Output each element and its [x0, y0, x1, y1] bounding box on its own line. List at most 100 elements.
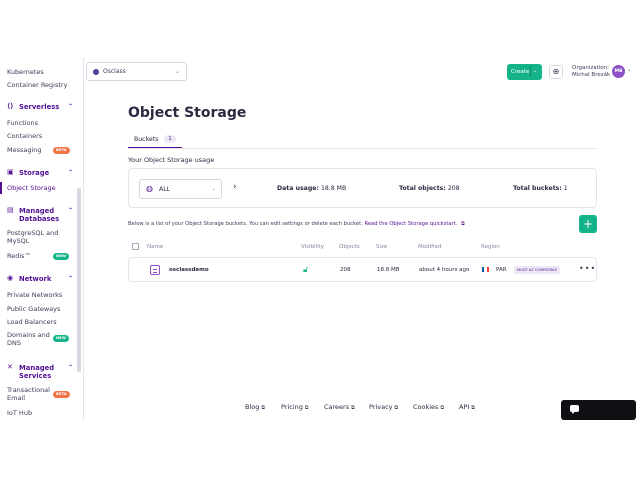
region-selector[interactable]: ◍ ALL ⌄ [139, 179, 222, 199]
sidebar-section-storage[interactable]: ▣ Storage ⌃ [7, 168, 73, 178]
tab-divider [128, 148, 597, 149]
add-bucket-button[interactable]: + [579, 215, 597, 233]
storage-icon: ▣ [7, 168, 14, 176]
avatar[interactable]: MB [612, 65, 625, 78]
footer-link-label: Careers [324, 403, 350, 411]
sidebar-item-postgresql[interactable]: PostgreSQL and MySQL [7, 229, 62, 245]
footer-link-careers[interactable]: Careers ⧉ [324, 403, 355, 411]
sidebar-section-network[interactable]: ◉ Network ⌃ [7, 274, 73, 284]
sidebar-item-functions[interactable]: Functions [7, 119, 38, 127]
unlock-icon: 🔓︎ [303, 265, 309, 274]
external-link-icon: ⧉ [461, 221, 465, 227]
services-icon: ✕ [7, 363, 13, 371]
bucket-icon [150, 265, 160, 275]
chevron-down-icon: ⌄ [211, 186, 216, 192]
chevron-up-icon: ⌃ [67, 207, 73, 214]
footer-link-pricing[interactable]: Pricing ⧉ [281, 403, 309, 411]
top-bar: Osclass ⌄ Create ⌄ ⊕ Organization: Micha… [84, 58, 640, 86]
sidebar-item-kubernetes[interactable]: Kubernetes [7, 68, 44, 76]
region-value: ALL [158, 185, 171, 193]
tab-count-badge: 1 [164, 135, 176, 143]
stat-label: Total objects: [399, 185, 446, 192]
data-usage-stat: Data usage: 18.8 MB [277, 185, 346, 192]
chevron-right-icon[interactable]: › [233, 182, 237, 192]
sidebar-item-load-balancers[interactable]: Load Balancers [7, 318, 57, 326]
external-link-icon: ⧉ [440, 405, 445, 411]
bucket-objects: 208 [340, 267, 351, 273]
sidebar-section-managed-databases[interactable]: ▤ Managed Databases ⌃ [7, 206, 73, 224]
sidebar-item-transactional-email[interactable]: Transactional Email [7, 386, 52, 402]
create-button[interactable]: Create ⌄ [507, 64, 542, 80]
section-label: Network [19, 275, 52, 283]
sidebar-item-public-gateways[interactable]: Public Gateways [7, 305, 60, 313]
sidebar-item-private-networks[interactable]: Private Networks [7, 291, 62, 299]
chevron-up-icon: ⌃ [67, 103, 73, 110]
external-link-icon: ⧉ [394, 405, 399, 411]
footer-link-api[interactable]: API ⧉ [459, 403, 475, 411]
stat-label: Total buckets: [513, 185, 562, 192]
network-icon: ◉ [7, 274, 14, 282]
sidebar-section-serverless[interactable]: ⟨⟩ Serverless ⌃ [7, 102, 73, 112]
column-header-name[interactable]: Name [147, 244, 163, 250]
footer-link-privacy[interactable]: Privacy ⧉ [369, 403, 398, 411]
section-label: Storage [19, 169, 50, 177]
multi-az-badge: MULTI AZ COMPATIBLE [514, 266, 561, 274]
footer: Blog ⧉ Pricing ⧉ Careers ⧉ Privacy ⧉ Cookies… [0, 403, 640, 415]
project-selector[interactable]: Osclass ⌄ [86, 62, 187, 81]
active-indicator [0, 182, 2, 194]
total-buckets-stat: Total buckets: 1 [513, 185, 568, 192]
more-options-button[interactable]: ••• [579, 264, 596, 273]
tab-buckets[interactable]: Buckets 1 [128, 131, 182, 149]
column-header-region[interactable]: Region [481, 244, 500, 250]
tab-label: Buckets [134, 135, 159, 143]
footer-link-label: Pricing [281, 403, 303, 411]
usage-card: ◍ ALL ⌄ › Data usage: 18.8 MB Total obje… [128, 168, 597, 208]
total-objects-stat: Total objects: 208 [399, 185, 460, 192]
beta-badge: BETA [53, 147, 70, 154]
stat-value: 18.8 MB [320, 185, 347, 192]
sidebar: Kubernetes Container Registry ⟨⟩ Serverl… [0, 58, 84, 420]
external-link-icon: ⧉ [471, 405, 475, 411]
stat-value: 1 [563, 185, 568, 192]
stat-value: 208 [447, 185, 460, 192]
chat-icon [570, 405, 579, 414]
database-icon: ▤ [7, 206, 14, 214]
column-header-objects[interactable]: Objects [339, 244, 360, 250]
column-header-visibility[interactable]: Visibility [301, 244, 324, 250]
column-header-size[interactable]: Size [376, 244, 387, 250]
section-label: Managed Services [19, 364, 55, 380]
footer-link-cookies[interactable]: Cookies ⧉ [413, 403, 444, 411]
footer-link-label: API [459, 403, 470, 411]
bucket-modified: about 4 hours ago [419, 267, 470, 273]
footer-link-blog[interactable]: Blog ⧉ [245, 403, 265, 411]
sidebar-item-object-storage[interactable]: Object Storage [7, 184, 56, 192]
user-name[interactable]: Michal Brezák [572, 72, 610, 78]
support-icon[interactable]: ⊕ [549, 65, 563, 79]
chevron-down-icon: ⌄ [530, 66, 539, 77]
quickstart-link[interactable]: Read the Object Storage quickstart. [364, 221, 457, 227]
sidebar-item-redis[interactable]: Redis™ [7, 252, 31, 260]
sidebar-item-containers[interactable]: Containers [7, 132, 42, 140]
chat-widget[interactable] [561, 400, 636, 420]
usage-title: Your Object Storage usage [128, 156, 215, 164]
serverless-icon: ⟨⟩ [7, 102, 14, 110]
external-link-icon: ⧉ [304, 405, 309, 411]
sidebar-item-domains-dns[interactable]: Domains and DNS [7, 331, 52, 347]
chevron-down-icon: ⌄ [174, 68, 180, 75]
select-all-checkbox[interactable] [132, 243, 139, 250]
bucket-name[interactable]: osclassdemo [169, 267, 209, 273]
sidebar-section-managed-services[interactable]: ✕ Managed Services ⌃ [7, 363, 73, 381]
external-link-icon: ⧉ [351, 405, 355, 411]
table-row[interactable]: osclassdemo 🔓︎ 208 18.8 MB about 4 hours… [128, 257, 597, 282]
bucket-region: PAR [496, 267, 507, 273]
sidebar-item-container-registry[interactable]: Container Registry [7, 81, 67, 89]
chevron-down-icon[interactable]: ⌄ [627, 67, 631, 73]
column-header-modified[interactable]: Modified [418, 244, 441, 250]
sidebar-scrollbar[interactable] [77, 188, 81, 372]
project-dot-icon [93, 68, 99, 75]
section-label: Serverless [19, 103, 60, 111]
sidebar-item-messaging[interactable]: Messaging [7, 146, 42, 154]
new-badge: NEW [53, 253, 69, 260]
page-title: Object Storage [128, 105, 247, 121]
chevron-up-icon: ⌃ [67, 275, 73, 282]
